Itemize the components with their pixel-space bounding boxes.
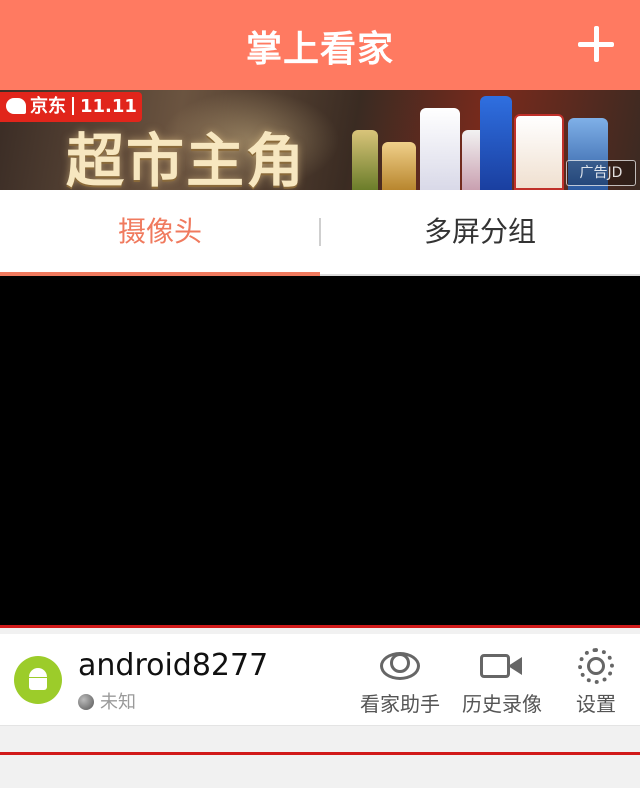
next-device-divider — [0, 752, 640, 755]
android-head — [29, 668, 47, 677]
gear-core — [587, 657, 605, 675]
device-name: android8277 — [78, 648, 269, 683]
status-dot-icon — [78, 694, 94, 710]
ad-banner[interactable]: 京东 11.11 超市主角 广告JD — [0, 90, 640, 190]
product-bottle-5 — [480, 96, 512, 190]
eye-pupil — [390, 653, 410, 673]
home-assistant-label: 看家助手 — [360, 692, 440, 716]
settings-button[interactable]: 设置 — [566, 648, 626, 717]
gear-icon — [574, 648, 618, 684]
android-icon — [14, 656, 62, 704]
home-assistant-button[interactable]: 看家助手 — [352, 648, 448, 717]
video-camera-icon — [480, 648, 524, 684]
camera-lens — [508, 657, 522, 675]
page-title: 掌上看家 — [245, 29, 394, 70]
eye-icon — [378, 648, 422, 684]
device-status: 未知 — [78, 688, 136, 714]
banner-headline: 超市主角 — [66, 127, 307, 190]
plus-icon[interactable] — [572, 20, 620, 68]
jd-brand-text: 京东 — [30, 96, 66, 117]
device-row[interactable]: android8277 未知 看家助手 历史录像 设置 — [0, 634, 640, 726]
tab-camera[interactable]: 摄像头 — [0, 190, 320, 276]
tab-multi-screen-group[interactable]: 多屏分组 — [320, 190, 640, 276]
history-recording-label: 历史录像 — [462, 692, 542, 716]
jd-dog-icon — [6, 98, 26, 114]
product-bottle-2 — [382, 142, 416, 190]
camera-preview[interactable] — [0, 276, 640, 628]
app-header: 掌上看家 — [0, 0, 640, 90]
product-bottle-1 — [352, 130, 378, 190]
tab-bar: 摄像头 多屏分组 — [0, 190, 640, 276]
product-box — [514, 114, 564, 190]
settings-label: 设置 — [576, 692, 616, 716]
brand-separator — [72, 97, 74, 115]
camera-body — [480, 654, 510, 678]
device-status-text: 未知 — [100, 692, 136, 713]
android-body — [29, 678, 47, 690]
history-recording-button[interactable]: 历史录像 — [454, 648, 550, 717]
product-bottle-3 — [420, 108, 460, 190]
ad-label: 广告JD — [566, 160, 636, 186]
android-robot-glyph — [27, 668, 49, 690]
